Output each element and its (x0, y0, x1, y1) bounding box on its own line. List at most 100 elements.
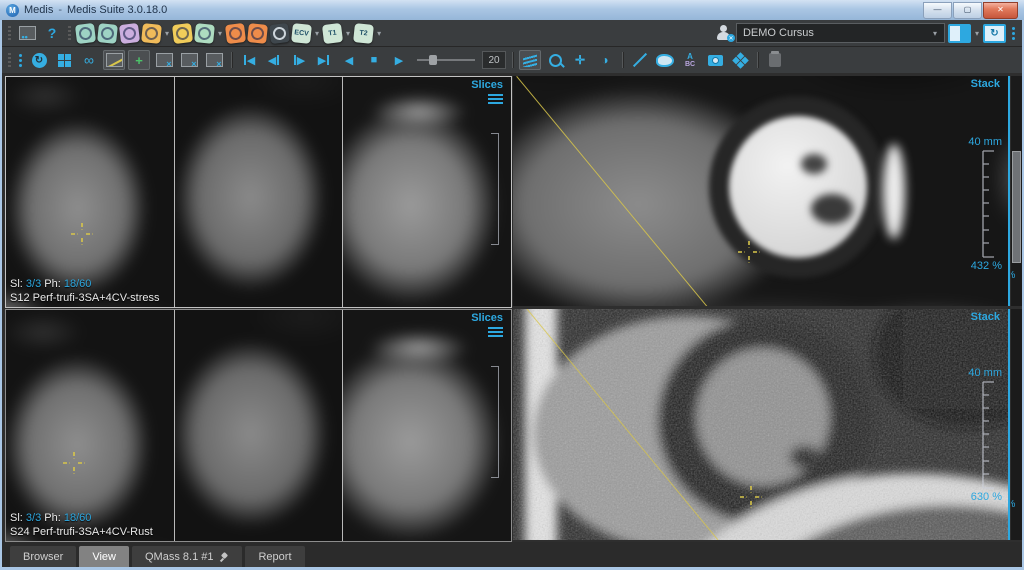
link-views-button[interactable]: ∞ (78, 50, 100, 70)
app-icon-8[interactable] (247, 23, 268, 44)
slices-viewport-rest[interactable]: Slices Sl: 3/3 Ph: 18/60 S24 Perf-trufi-… (5, 309, 512, 542)
step-back-button[interactable]: ◀ (263, 50, 285, 70)
toolbar-grip[interactable] (68, 26, 71, 40)
clear-all-viewports-button[interactable]: × (203, 50, 225, 70)
app-icon-5[interactable] (172, 22, 193, 43)
toolbar-overflow-button[interactable] (16, 54, 25, 67)
slice-image-1[interactable] (6, 77, 174, 307)
stack-viewport-bottom[interactable]: Stack 40 mm 630 % (513, 309, 1010, 540)
clipped-viewport-sliver: Stack 40 mm 630 % (1011, 309, 1022, 540)
chevron-down-icon[interactable]: ▾ (165, 29, 169, 38)
app-icon-6[interactable] (194, 23, 215, 44)
crosshair-sync-button[interactable]: + (128, 50, 150, 70)
toolbar-grip[interactable] (8, 53, 11, 67)
chevron-down-icon[interactable]: ▾ (975, 29, 979, 38)
series-name: S12 Perf-trufi-3SA+4CV-stress (10, 291, 159, 305)
mini-thumbnail (1012, 151, 1021, 263)
toolbar-separator (231, 52, 232, 68)
play-button[interactable]: ▶ (388, 50, 410, 70)
text-annotation-button[interactable]: A BC (679, 50, 701, 70)
chevron-down-icon[interactable]: ▾ (346, 29, 350, 38)
tab-report[interactable]: Report (245, 546, 304, 567)
paste-button (764, 50, 786, 70)
viewport-area: Slices Sl: 3/3 Ph: 18/60 S12 Perf-trufi-… (2, 73, 1022, 539)
zoom-tool-button[interactable] (544, 50, 566, 70)
crosshair-icon: + (135, 53, 143, 68)
reset-layout-button[interactable]: ↻ (983, 24, 1006, 43)
maximize-button[interactable]: ▢ (953, 2, 982, 19)
user-badge-icon: ✕ (727, 34, 735, 42)
app-icon-2[interactable] (97, 23, 118, 44)
crosshair-marker[interactable] (69, 221, 95, 247)
reset-layout-icon: ↻ (985, 26, 1004, 41)
mri-image (343, 77, 511, 307)
chevron-down-icon[interactable]: ▾ (315, 29, 319, 38)
measure-line-button[interactable] (629, 50, 651, 70)
roi-tool-button[interactable] (654, 50, 676, 70)
clear-viewport-1-button[interactable]: × (153, 50, 175, 70)
app-icon-9[interactable] (269, 22, 290, 43)
app-icon-t1[interactable]: T1 (322, 22, 343, 43)
play-reverse-button[interactable]: ◀ (338, 50, 360, 70)
stack-mode-button[interactable] (519, 50, 541, 70)
app-icon-3[interactable] (119, 22, 140, 43)
chevron-down-icon[interactable]: ▾ (218, 29, 222, 38)
slider-track (417, 59, 475, 61)
window-level-button[interactable]: ◑ (594, 50, 616, 70)
go-last-frame-button[interactable]: ▶ (313, 50, 335, 70)
clear-viewport-2-button[interactable]: × (178, 50, 200, 70)
viewport-layout-button[interactable] (53, 50, 75, 70)
tab-browser[interactable]: Browser (10, 546, 76, 567)
reset-view-button[interactable]: ↻ (28, 50, 50, 70)
slider-knob[interactable] (429, 55, 437, 65)
slice-image-3[interactable] (343, 310, 511, 541)
snapshot-button[interactable] (704, 50, 726, 70)
slices-viewport-stress[interactable]: Slices Sl: 3/3 Ph: 18/60 S12 Perf-trufi-… (5, 76, 512, 308)
slice-image-2[interactable] (175, 310, 343, 541)
crosshair-marker[interactable] (738, 484, 764, 510)
app-icon-1[interactable] (75, 22, 96, 43)
overlay-toggle-button[interactable] (103, 50, 125, 70)
person-icon (100, 26, 114, 40)
layout-preset-button[interactable] (948, 24, 971, 43)
overflow-menu-button[interactable] (1009, 27, 1018, 40)
browser-pane-toggle-button[interactable]: •• (16, 23, 38, 43)
pan-tool-button[interactable]: ✛ (569, 50, 591, 70)
slice-image-3[interactable] (343, 77, 511, 307)
frame-rate-value[interactable]: 20 (482, 51, 506, 69)
step-forward-button[interactable]: ▶ (288, 50, 310, 70)
crosshair-marker[interactable] (61, 450, 87, 476)
app-icon-4[interactable] (141, 23, 162, 44)
mri-image (343, 310, 511, 541)
stop-button[interactable]: ■ (363, 50, 385, 70)
title-bar[interactable]: M Medis - Medis Suite 3.0.18.0 — ▢ ✕ (0, 0, 1024, 20)
slice-image-1[interactable] (6, 310, 174, 541)
stack-viewport-top[interactable]: Stack 40 mm 432 % (513, 76, 1010, 306)
slice-image-2[interactable] (175, 77, 343, 307)
minimize-button[interactable]: — (923, 2, 952, 19)
close-button[interactable]: ✕ (983, 2, 1018, 19)
main-toolbar: •• ? ▾ ▾ ECV ▾ T1 ▾ T2 ▾ ✕ (2, 20, 1022, 47)
scale-bracket (491, 133, 499, 245)
user-selector-dropdown[interactable]: DEMO Cursus ▾ (736, 23, 945, 43)
tab-qmass[interactable]: QMass 8.1 #1 (132, 546, 242, 567)
text-annotation-icon: A BC (685, 53, 695, 68)
multi-layout-button[interactable] (729, 50, 751, 70)
scale-bottom-label: 432 % (971, 260, 1002, 272)
crosshair-marker[interactable] (736, 239, 762, 265)
tab-view[interactable]: View (79, 546, 129, 567)
toolbar-grip[interactable] (8, 26, 11, 40)
go-first-frame-button[interactable]: ◀ (238, 50, 260, 70)
viewport-menu-icon[interactable] (488, 94, 503, 106)
help-button[interactable]: ? (41, 23, 63, 43)
app-icon-ecv[interactable]: ECV (291, 23, 312, 44)
pin-icon[interactable] (219, 552, 229, 562)
papillary-shadow (801, 154, 827, 174)
viewport-menu-icon[interactable] (488, 327, 503, 339)
chevron-down-icon[interactable]: ▾ (377, 29, 381, 38)
bright-arc (883, 144, 905, 239)
mri-image (175, 310, 343, 541)
frame-speed-slider[interactable] (417, 53, 475, 67)
app-icon-7[interactable] (225, 22, 246, 43)
app-icon-t2[interactable]: T2 (353, 23, 374, 44)
